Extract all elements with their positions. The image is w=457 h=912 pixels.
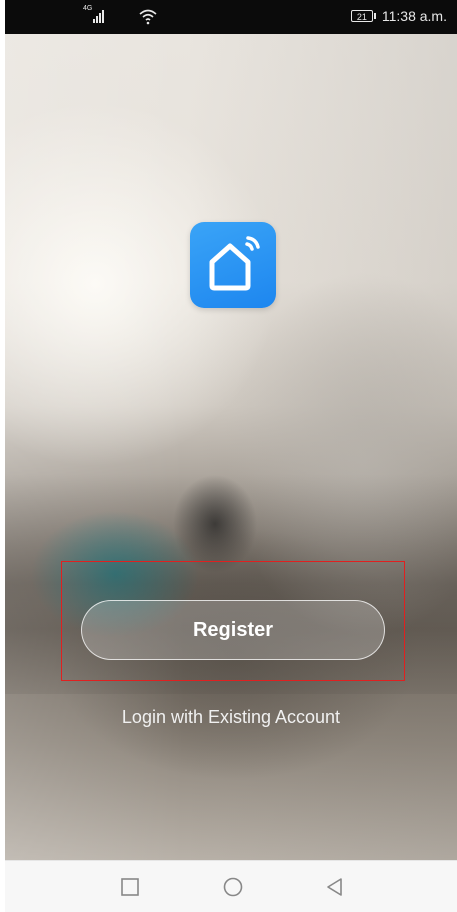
- smart-home-icon: [190, 222, 276, 308]
- navigation-bar: [5, 860, 457, 912]
- app-screen: 4G 21 11:38 a.m. Register Login with Exi…: [5, 0, 457, 912]
- battery-nub: [373, 13, 376, 19]
- circle-icon[interactable]: [221, 875, 245, 899]
- background-shade: [5, 474, 457, 694]
- register-button[interactable]: Register: [81, 600, 385, 660]
- square-icon[interactable]: [118, 875, 142, 899]
- login-existing-account-link[interactable]: Login with Existing Account: [5, 707, 457, 728]
- status-right-group: 21 11:38 a.m.: [350, 8, 447, 24]
- status-bar: 4G 21 11:38 a.m.: [5, 0, 457, 34]
- network-type-label: 4G: [83, 5, 93, 12]
- background-image: [5, 34, 457, 860]
- triangle-back-icon[interactable]: [323, 875, 347, 899]
- signal-bars-icon: 4G: [83, 5, 111, 24]
- wifi-icon: [137, 6, 159, 26]
- status-time: 11:38 a.m.: [381, 8, 447, 24]
- battery-icon: 21: [350, 10, 373, 22]
